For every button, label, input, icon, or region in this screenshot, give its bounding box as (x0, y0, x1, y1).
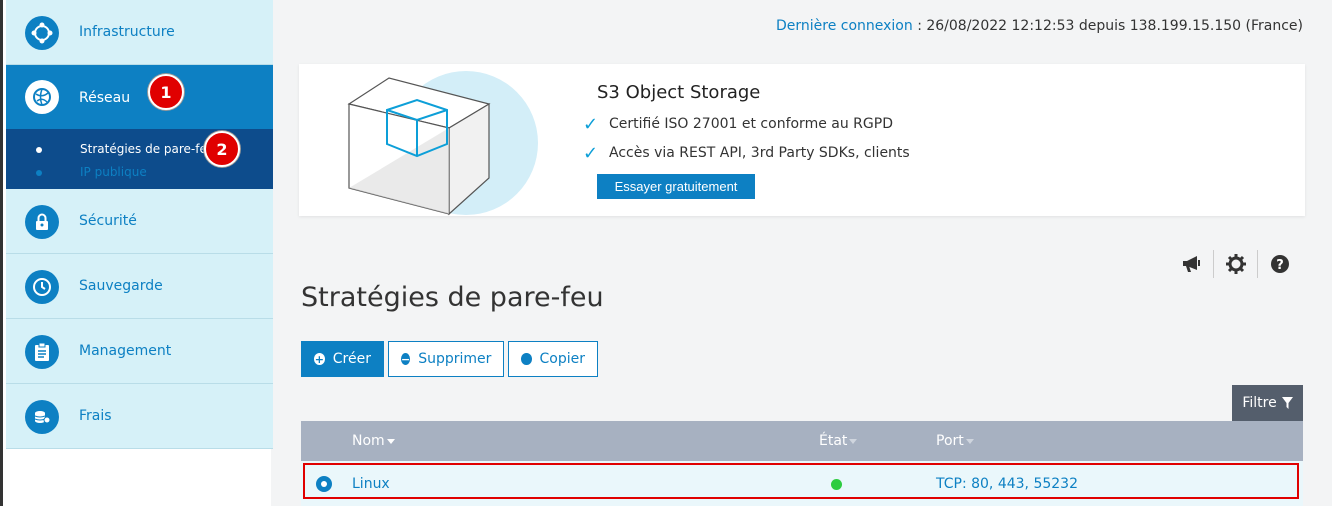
copy-button-label: Copier (539, 351, 586, 367)
promo-banner: S3 Object Storage ✓ Certifié ISO 27001 e… (299, 64, 1305, 216)
try-free-button[interactable]: Essayer gratuitement (597, 174, 755, 199)
megaphone-icon[interactable] (1170, 250, 1214, 278)
sidebar: Infrastructure Réseau Stratégies de pare… (0, 0, 273, 506)
promo-feature-text: Accès via REST API, 3rd Party SDKs, clie… (609, 145, 910, 161)
table-header: Nom État Port (301, 421, 1303, 461)
globe-icon (25, 80, 59, 114)
column-header-label: État (819, 433, 848, 449)
column-header-port[interactable]: Port (936, 433, 974, 449)
sidebar-item-sauvegarde[interactable]: Sauvegarde (6, 254, 273, 319)
submenu-item-public-ip[interactable]: IP publique (80, 165, 147, 179)
create-button[interactable]: + Créer (301, 341, 384, 377)
coins-icon (25, 400, 59, 434)
annotation-badge: 1 (148, 74, 184, 110)
gear-icon[interactable] (1214, 250, 1258, 278)
last-login-link[interactable]: Dernière connexion (776, 18, 913, 34)
filter-icon (1281, 397, 1293, 409)
help-icon[interactable]: ? (1258, 250, 1302, 278)
bullet-icon (36, 170, 42, 176)
sidebar-item-label: Frais (79, 408, 112, 424)
svg-text:?: ? (1276, 258, 1284, 273)
sidebar-item-reseau[interactable]: Réseau (6, 65, 273, 130)
annotation-highlight-box (303, 463, 1299, 499)
sidebar-item-management[interactable]: Management (6, 319, 273, 384)
copy-button[interactable]: Copier (508, 341, 598, 377)
annotation-badge: 2 (204, 131, 240, 167)
promo-feature: ✓ Certifié ISO 27001 et conforme au RGPD (583, 114, 893, 135)
bullet-icon (36, 147, 42, 153)
infrastructure-icon (25, 16, 59, 50)
active-caret (34, 122, 48, 129)
plus-icon: + (314, 352, 325, 366)
lock-icon (25, 205, 59, 239)
sidebar-item-frais[interactable]: Frais (6, 384, 273, 449)
sort-caret-icon (386, 438, 395, 444)
sidebar-item-securite[interactable]: Sécurité (6, 189, 273, 254)
submenu-item-firewall[interactable]: Stratégies de pare-feu (80, 142, 214, 156)
copy-icon (521, 353, 532, 365)
page-title: Stratégies de pare-feu (301, 282, 604, 313)
sidebar-item-label: Sécurité (79, 213, 137, 229)
column-header-label: Nom (352, 433, 385, 449)
promo-feature-text: Certifié ISO 27001 et conforme au RGPD (609, 116, 893, 132)
filter-button[interactable]: Filtre (1232, 385, 1303, 421)
sidebar-item-label: Management (79, 343, 172, 359)
sidebar-item-label: Réseau (79, 89, 131, 106)
check-icon: ✓ (583, 143, 599, 164)
promo-feature: ✓ Accès via REST API, 3rd Party SDKs, cl… (583, 143, 910, 164)
delete-button-label: Supprimer (418, 351, 492, 367)
last-login-info: Dernière connexion : 26/08/2022 12:12:53… (776, 18, 1303, 34)
toolbar-icons: ? (1170, 250, 1302, 278)
sidebar-item-label: Infrastructure (79, 24, 175, 40)
create-button-label: Créer (332, 351, 371, 367)
sort-caret-icon (849, 438, 858, 444)
cube-illustration (347, 71, 538, 216)
check-icon: ✓ (583, 114, 599, 135)
minus-icon: − (401, 352, 411, 366)
clock-icon (25, 270, 59, 304)
column-header-label: Port (936, 433, 964, 449)
sidebar-item-infrastructure[interactable]: Infrastructure (6, 0, 273, 65)
filter-button-label: Filtre (1242, 395, 1277, 411)
clipboard-icon (25, 335, 59, 369)
column-header-etat[interactable]: État (819, 433, 858, 449)
last-login-value: : 26/08/2022 12:12:53 depuis 138.199.15.… (912, 18, 1303, 34)
sidebar-item-label: Sauvegarde (79, 278, 163, 294)
delete-button[interactable]: − Supprimer (388, 341, 504, 377)
column-header-nom[interactable]: Nom (352, 433, 395, 449)
promo-title: S3 Object Storage (597, 82, 761, 103)
sort-caret-icon (965, 438, 974, 444)
